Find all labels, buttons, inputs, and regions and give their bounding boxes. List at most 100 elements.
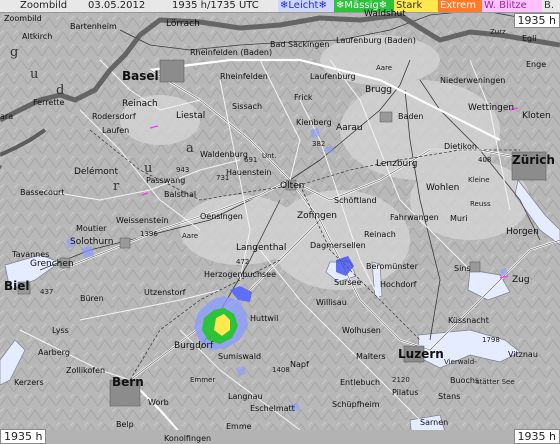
timestamp-bottom-right: 1935 h bbox=[513, 429, 560, 444]
place-label: Langnau bbox=[228, 392, 263, 401]
place-label: Eschelmatt bbox=[250, 404, 295, 413]
legend-label-b: B. bbox=[544, 0, 555, 11]
place-label: Zollikofen bbox=[66, 366, 106, 375]
place-label: Reinach bbox=[122, 99, 158, 109]
place-label: Horgen bbox=[506, 227, 539, 237]
top-info-bar: Zoombild 03.05.2012 1935 h/1735 UTC ❄Lei… bbox=[0, 0, 560, 13]
elevation-label: 2120 bbox=[392, 376, 410, 384]
place-label: Zürich bbox=[512, 153, 555, 167]
place-label: Worb bbox=[148, 398, 169, 407]
place-label: Büren bbox=[80, 294, 104, 303]
place-label: Langenthal bbox=[236, 243, 287, 253]
place-label: Kerzers bbox=[14, 378, 44, 387]
legend-item-lightning[interactable]: W. Blitze bbox=[482, 0, 542, 12]
place-label: Rodersdorf bbox=[92, 112, 136, 121]
river-label: Emmer bbox=[190, 376, 216, 384]
place-label: Zoombild bbox=[4, 14, 42, 23]
place-label: Wettingen bbox=[468, 103, 515, 113]
place-label: Stans bbox=[438, 392, 461, 401]
place-label: Lörrach bbox=[166, 19, 200, 29]
time-label: 1935 h/1735 UTC bbox=[172, 0, 259, 11]
elevation-label: 731 bbox=[216, 174, 230, 182]
place-label: Reinach bbox=[364, 230, 396, 239]
place-label: Balsthal bbox=[164, 190, 197, 199]
place-label: Rheinfelden bbox=[220, 72, 268, 81]
place-label: Napf bbox=[290, 360, 309, 369]
place-label: Rheinfelden (Baden) bbox=[190, 48, 273, 57]
place-label: Bassecourt bbox=[20, 188, 65, 197]
place-label: Sins bbox=[454, 264, 471, 273]
place-label: Emme bbox=[226, 422, 252, 431]
place-label: Sursee bbox=[334, 278, 362, 287]
map-region-letter: u bbox=[30, 67, 39, 82]
place-label: Hochdorf bbox=[380, 280, 417, 289]
view-mode-label: Zoombild bbox=[20, 0, 68, 11]
place-label: Frick bbox=[294, 93, 313, 102]
place-label: Aarberg bbox=[38, 348, 70, 357]
place-label: Laufen bbox=[102, 126, 130, 135]
elevation-label: 691 bbox=[244, 156, 258, 164]
place-label: Willisau bbox=[316, 298, 347, 307]
map-region-letter: g bbox=[10, 45, 19, 60]
place-label: Altkirch bbox=[22, 32, 53, 41]
place-label: Sarnen bbox=[420, 418, 449, 427]
place-label: Unt. bbox=[262, 152, 277, 160]
place-label: Niederweningen bbox=[440, 76, 506, 85]
elevation-label: 382 bbox=[312, 140, 326, 148]
place-label: Basel bbox=[122, 69, 159, 83]
place-label: Lenzburg bbox=[376, 159, 418, 169]
legend-item-b[interactable]: B. bbox=[542, 0, 560, 12]
place-label: Pilatus bbox=[392, 388, 419, 397]
place-label: Egli bbox=[522, 34, 537, 43]
place-label: Baden bbox=[398, 112, 424, 121]
place-label: Küssnacht bbox=[448, 316, 489, 325]
place-label: Zofingen bbox=[297, 211, 337, 221]
timestamp-top-right: 1935 h bbox=[513, 13, 560, 28]
legend-label-light: Leicht bbox=[288, 0, 319, 11]
basel-city-area bbox=[159, 59, 185, 83]
place-label: Delémont bbox=[74, 167, 119, 177]
elevation-label: 472 bbox=[236, 258, 250, 266]
map-region-letter: r bbox=[113, 179, 120, 194]
snowflake-icon: ❄ bbox=[318, 0, 327, 11]
place-label: Waldshut bbox=[364, 9, 406, 19]
map-region-letter: d bbox=[56, 83, 65, 98]
place-label: Enge bbox=[526, 60, 547, 69]
place-label: Sissach bbox=[232, 102, 263, 111]
place-label: Dietikon bbox=[444, 142, 477, 151]
map-region-letter: a bbox=[186, 141, 194, 156]
legend-item-extreme[interactable]: Extrem bbox=[438, 0, 482, 12]
place-label: ara bbox=[0, 112, 14, 121]
place-label: Laufenburg bbox=[310, 72, 356, 81]
elevation-label: 437 bbox=[40, 288, 54, 296]
radar-map-view: Zoombild 03.05.2012 1935 h/1735 UTC ❄Lei… bbox=[0, 0, 560, 444]
place-label: Huttwil bbox=[250, 314, 279, 323]
legend-label-extreme: Extrem bbox=[440, 0, 476, 11]
place-label: Biel bbox=[4, 279, 30, 293]
place-label: Kienberg bbox=[296, 118, 332, 127]
date-label: 03.05.2012 bbox=[88, 0, 146, 11]
place-label: Solothurn bbox=[70, 237, 114, 247]
place-label: stätter See bbox=[476, 378, 515, 386]
legend-label-lightning: W. Blitze bbox=[484, 0, 527, 11]
place-label: Vitznau bbox=[508, 350, 538, 359]
place-label: Passwang bbox=[146, 176, 186, 185]
place-label: Wolhusen bbox=[342, 326, 381, 335]
place-label: Herzogenbuchsee bbox=[204, 270, 277, 279]
place-label: Moutier bbox=[76, 224, 107, 233]
place-label: Konolfingen bbox=[164, 434, 212, 443]
place-label: Tavannes bbox=[12, 250, 50, 259]
elevation-label: 1408 bbox=[272, 366, 290, 374]
river-label: Aare bbox=[182, 232, 199, 240]
place-label: Bern bbox=[112, 375, 144, 389]
place-label: Liestal bbox=[176, 111, 206, 121]
place-label: Fahrwangen bbox=[390, 213, 439, 222]
place-label: Oensingen bbox=[200, 212, 243, 221]
legend-item-light[interactable]: ❄Leicht❄ bbox=[278, 0, 334, 12]
place-label: Aarau bbox=[336, 123, 363, 133]
place-label: Buochs bbox=[450, 376, 480, 385]
place-label: Ferrette bbox=[33, 98, 65, 107]
place-label: Zurz. bbox=[490, 28, 509, 36]
precip-light-cell-west bbox=[82, 246, 94, 258]
place-label: Waldenburg bbox=[200, 150, 248, 159]
